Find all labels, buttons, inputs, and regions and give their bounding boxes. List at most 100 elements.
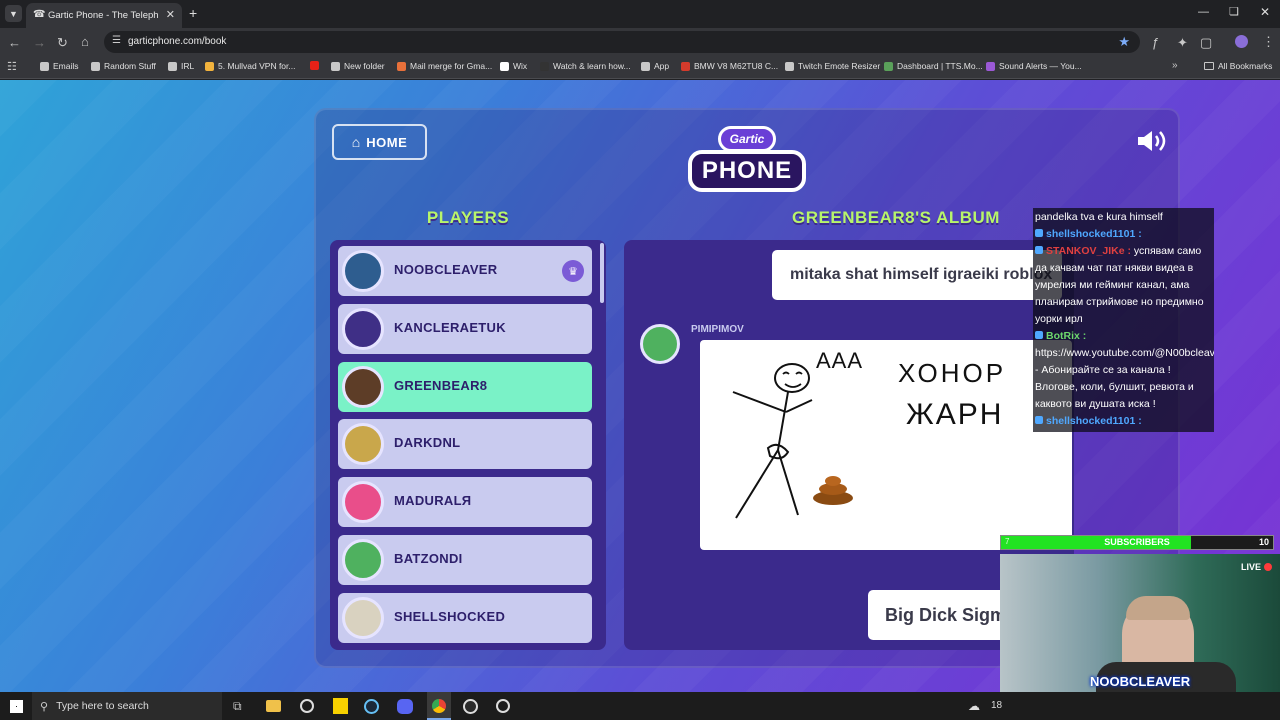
webcam-person-hair <box>1126 596 1190 620</box>
streamer-name: NOOBCLEAVER <box>1090 674 1191 689</box>
bookmark-star-icon[interactable]: ★ <box>1118 34 1130 50</box>
logo-bottom-text: PHONE <box>701 157 793 184</box>
bookmark-item[interactable]: Wix <box>500 61 527 71</box>
back-icon[interactable]: ← <box>8 35 21 50</box>
restore-icon[interactable]: ❏ <box>1229 5 1239 18</box>
profile-avatar-icon[interactable] <box>1235 35 1248 48</box>
bookmark-item[interactable]: Twitch Emote Resizer <box>785 61 880 71</box>
all-bookmarks-folder[interactable]: All Bookmarks <box>1204 61 1272 71</box>
player-row[interactable]: NOOBCLEAVER ♛ <box>338 246 592 296</box>
extensions-puzzle-icon[interactable]: ▢ <box>1200 35 1212 51</box>
new-tab-icon[interactable]: + <box>189 5 197 21</box>
player-row[interactable]: GREENBEAR8 <box>338 361 592 412</box>
live-dot-icon <box>1264 563 1272 571</box>
bookmark-item[interactable] <box>310 61 323 70</box>
chat-text: pandelka tva e kura himself <box>1035 211 1163 223</box>
live-badge: LIVE <box>1241 562 1272 572</box>
app-icon[interactable] <box>300 699 314 713</box>
bookmark-item[interactable]: Sound Alerts — You... <box>986 61 1082 71</box>
player-name: BATZONDI <box>394 551 463 566</box>
player-row[interactable]: BATZONDI <box>338 535 592 585</box>
extension-icon[interactable]: ✦ <box>1177 35 1188 51</box>
player-avatar <box>342 481 384 524</box>
more-bookmarks-icon[interactable]: » <box>1172 60 1178 71</box>
bookmark-item[interactable]: Dashboard | TTS.Mo... <box>884 61 983 71</box>
player-row[interactable]: KANCLERAETUK <box>338 303 592 354</box>
subscriber-goal-bar: 7 SUBSCRIBERS 10 <box>1000 535 1274 550</box>
file-explorer-icon[interactable] <box>266 700 281 712</box>
obs-icon[interactable] <box>463 699 478 714</box>
browser-tab[interactable]: ☎ Gartic Phone - The Telephone G ✕ <box>26 3 182 28</box>
subscriber-goal-label: SUBSCRIBERS <box>1104 537 1170 547</box>
webcam-overlay: LIVE NOOBCLEAVER <box>1000 554 1280 692</box>
apps-grid-icon[interactable]: ☷ <box>7 60 17 73</box>
weather-icon[interactable]: ☁ <box>968 699 980 713</box>
app-icon[interactable] <box>496 699 510 713</box>
drawing-text-jarn: ЖАРН <box>906 398 1004 431</box>
close-tab-icon[interactable]: ✕ <box>166 8 175 21</box>
bookmark-item[interactable]: App <box>641 61 669 71</box>
bookmark-item[interactable]: BMW V8 M62TU8 C... <box>681 61 778 71</box>
steam-icon[interactable] <box>364 699 379 714</box>
minimize-icon[interactable]: — <box>1198 6 1209 18</box>
bookmark-label: New folder <box>344 61 385 71</box>
player-name: SHELLSHOCKED <box>394 608 506 624</box>
speaker-icon <box>1138 131 1166 151</box>
tab-search-button[interactable]: ▼ <box>5 5 22 22</box>
bookmark-item[interactable]: New folder <box>331 61 385 71</box>
address-bar[interactable]: ☰ garticphone.com/book ★ <box>104 31 1140 53</box>
player-row[interactable]: MADURALЯ <box>338 477 592 528</box>
menu-kebab-icon[interactable]: ⋮ <box>1262 34 1275 50</box>
taskbar-search[interactable]: ⚲ Type here to search <box>32 692 222 720</box>
folder-icon <box>1204 62 1214 70</box>
bookmarks-bar: ☷ Emails Random Stuff IRL 5. Mullvad VPN fo… <box>0 56 1280 79</box>
bookmark-favicon-icon <box>331 61 340 71</box>
live-label: LIVE <box>1240 562 1261 572</box>
chat-message: shellshocked1101 : <box>1035 413 1212 430</box>
chat-text: https://www.youtube.com/@N00bcleaver - А… <box>1035 347 1214 410</box>
last-phrase-text: Big Dick Sigm <box>885 604 1007 625</box>
bookmark-favicon-icon <box>641 61 650 71</box>
site-info-icon[interactable]: ☰ <box>112 35 121 46</box>
player-row[interactable]: DARKDNL <box>338 419 592 470</box>
sound-toggle[interactable] <box>1136 128 1170 154</box>
task-view-icon[interactable]: ⧉ <box>233 699 242 714</box>
chat-text: успявам само да качвам чат пат някви вид… <box>1035 245 1204 325</box>
bookmark-label: Wix <box>513 61 528 71</box>
subscriber-goal-target: 10 <box>1258 537 1269 547</box>
player-avatar <box>342 365 384 408</box>
bookmark-item[interactable]: IRL <box>168 61 194 71</box>
search-icon: ⚲ <box>40 700 49 713</box>
bookmark-label: Emails <box>53 61 79 71</box>
bookmark-favicon-icon <box>310 61 319 70</box>
discord-icon[interactable] <box>397 699 413 714</box>
windows-start-icon[interactable] <box>10 700 23 713</box>
home-button[interactable]: ⌂ HOME <box>332 124 427 160</box>
bookmark-label: Random Stuff <box>104 61 156 71</box>
bookmark-item[interactable]: Emails <box>40 61 79 71</box>
taskbar-search-placeholder: Type here to search <box>56 700 149 712</box>
player-row[interactable]: SHELLSHOCKED <box>338 592 592 643</box>
chat-badge-icon <box>1035 416 1043 424</box>
drawing-card: AAA ХОНОР ЖАРН <box>700 340 1072 550</box>
bookmark-item[interactable]: Mail merge for Gma... <box>397 61 492 71</box>
drawer-name: PIMIPIMOV <box>691 324 744 335</box>
reload-icon[interactable]: ↻ <box>57 35 68 51</box>
bookmark-label: App <box>654 61 670 71</box>
host-crown-icon: ♛ <box>562 260 584 282</box>
sticky-notes-icon[interactable] <box>333 698 348 714</box>
tab-favicon-icon: ☎ <box>33 9 46 20</box>
drawing-canvas <box>732 363 853 519</box>
players-scrollbar[interactable] <box>600 243 604 303</box>
extension-icon[interactable]: ƒ <box>1152 35 1159 50</box>
bookmark-item[interactable]: Watch & learn how... <box>540 61 631 71</box>
bookmark-favicon-icon <box>397 61 406 71</box>
bookmark-item[interactable]: Random Stuff <box>91 61 156 71</box>
url-text: garticphone.com/book <box>128 36 227 47</box>
player-name: MADURALЯ <box>394 493 472 509</box>
forward-icon[interactable]: → <box>33 35 46 50</box>
bookmark-item[interactable]: 5. Mullvad VPN for... <box>205 61 295 71</box>
bookmark-favicon-icon <box>884 61 893 71</box>
close-window-icon[interactable]: ✕ <box>1260 5 1270 19</box>
home-icon[interactable]: ⌂ <box>81 34 89 49</box>
